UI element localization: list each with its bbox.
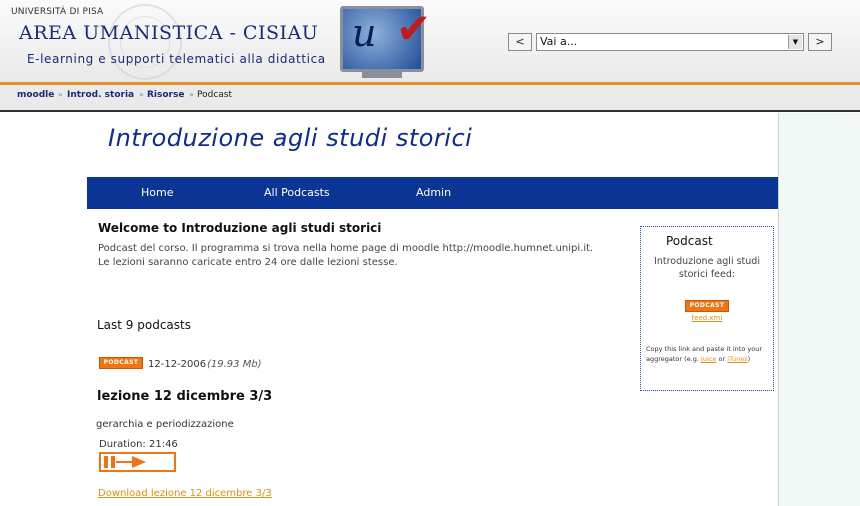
jump-to-select[interactable]: Vai a... ▼ <box>536 33 804 51</box>
welcome-text: Le lezioni saranno caricate entro 24 ore… <box>98 257 398 268</box>
episode-duration: Duration: 21:46 <box>99 439 178 450</box>
logo-letters-icon: u <box>352 11 377 55</box>
university-name: UNIVERSITÀ DI PISA <box>11 7 104 17</box>
audio-player[interactable] <box>99 452 176 472</box>
welcome-text: Podcast del corso. Il programma si trova… <box>98 243 594 254</box>
podcast-page: Introduzione agli studi storici Home All… <box>87 113 778 506</box>
course-title: Introduzione agli studi storici <box>108 124 473 152</box>
checkmark-icon: ✔ <box>396 4 432 53</box>
menu-item-all-podcasts[interactable]: All Podcasts <box>264 186 330 199</box>
podcast-nav-menu: Home All Podcasts Admin <box>87 177 778 209</box>
pause-icon[interactable] <box>103 456 117 468</box>
logo-stand <box>362 72 402 78</box>
next-activity-button[interactable]: > <box>808 33 832 51</box>
welcome-heading: Welcome to Introduzione agli studi stori… <box>98 221 382 235</box>
site-title: AREA UMANISTICA - CISIAU <box>19 22 319 44</box>
episode-title: lezione 12 dicembre 3/3 <box>97 389 273 404</box>
breadcrumb-separator-icon: » <box>189 90 194 99</box>
feed-xml-link[interactable]: feed.xml <box>641 314 773 322</box>
juice-link[interactable]: Juice <box>701 355 716 363</box>
sidebar-title: Podcast <box>666 234 713 248</box>
last-podcasts-heading: Last 9 podcasts <box>97 318 191 332</box>
sidebar-feed-text: Introduzione agli studi storici feed: <box>641 255 773 281</box>
episode-size: (19.93 Mb) <box>207 359 262 370</box>
copy-text: or <box>716 355 726 363</box>
previous-activity-button[interactable]: < <box>508 33 532 51</box>
sidebar-copy-instructions: Copy this link and paste it into your ag… <box>646 344 772 364</box>
copy-text: ) <box>747 355 751 363</box>
jump-to-selected-value: Vai a... <box>540 35 578 48</box>
breadcrumb-separator-icon: » <box>58 90 63 99</box>
download-episode-link[interactable]: Download lezione 12 dicembre 3/3 <box>98 488 272 499</box>
menu-item-admin[interactable]: Admin <box>416 186 451 199</box>
menu-item-home[interactable]: Home <box>141 186 173 199</box>
podcast-feed-badge-icon[interactable]: PODCAST <box>685 300 729 312</box>
episode-date: 12-12-2006 <box>148 359 207 370</box>
breadcrumb-link-resources[interactable]: Risorse <box>147 90 184 100</box>
breadcrumb-link-course[interactable]: Introd. storia <box>67 90 134 100</box>
chevron-down-icon[interactable]: ▼ <box>788 35 802 49</box>
site-header: UNIVERSITÀ DI PISA AREA UMANISTICA - CIS… <box>0 0 860 85</box>
right-margin <box>778 113 860 506</box>
podcast-badge-icon: PODCAST <box>99 357 143 369</box>
breadcrumb-current: Podcast <box>197 90 233 100</box>
copy-text: Copy this link and paste it into <box>646 345 746 353</box>
left-margin <box>0 113 87 506</box>
feed-sidebar: Podcast Introduzione agli studi storici … <box>640 226 774 391</box>
site-subtitle: E-learning e supporti telematici alla di… <box>27 52 326 66</box>
breadcrumb: moodle » Introd. storia » Risorse » Podc… <box>0 85 860 112</box>
itunes-link[interactable]: iTunes <box>727 355 747 363</box>
sidebar-feed-text-line: Introduzione agli studi <box>654 256 760 267</box>
breadcrumb-link-moodle[interactable]: moodle <box>17 90 54 100</box>
episode-description: gerarchia e periodizzazione <box>96 419 234 430</box>
sidebar-feed-text-line: storici feed: <box>678 269 736 280</box>
play-icon[interactable] <box>116 456 146 468</box>
breadcrumb-separator-icon: » <box>139 90 144 99</box>
